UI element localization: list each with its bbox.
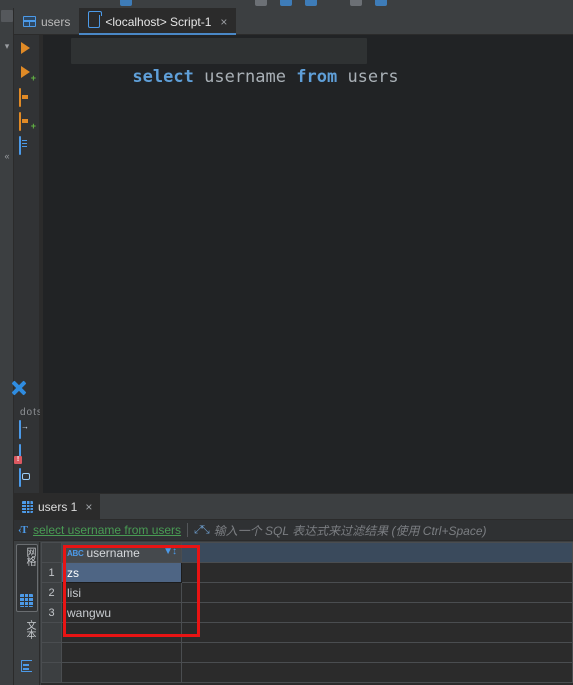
- open-console-icon[interactable]: [19, 136, 35, 155]
- table-row[interactable]: 3 wangwu: [41, 602, 573, 623]
- grid-view-label: 网格: [24, 547, 35, 565]
- results-panel: users 1 × ‹T select username from users …: [14, 493, 573, 685]
- execute-script-add-icon[interactable]: +: [19, 112, 36, 131]
- tab-label: <localhost> Script-1: [105, 14, 212, 29]
- sql-identifier-users: users: [347, 67, 399, 87]
- cell-empty: [181, 662, 573, 683]
- cell-empty: [181, 602, 573, 623]
- column-type-badge: ABC: [67, 548, 84, 558]
- ide-window: ▾ « users <localhost> Script-1 × + + dot…: [0, 0, 573, 685]
- export-data-icon[interactable]: [19, 420, 35, 439]
- cell-empty: [181, 562, 573, 583]
- table-row[interactable]: 2 lisi: [41, 582, 573, 603]
- cell-username[interactable]: wangwu: [61, 602, 182, 623]
- text-format-icon[interactable]: [21, 660, 32, 672]
- sql-identifier-username: username: [204, 67, 286, 87]
- results-tab-bar: users 1 ×: [14, 494, 573, 519]
- code-line-1[interactable]: select username from users: [43, 38, 398, 87]
- row-number[interactable]: 2: [41, 582, 62, 603]
- tab-users[interactable]: users: [14, 8, 79, 35]
- column-header-label: username: [86, 545, 140, 560]
- cell-empty: [181, 622, 573, 643]
- editor-tab-bar: users <localhost> Script-1 ×: [14, 8, 573, 35]
- left-tool-strip: ▾ «: [0, 8, 14, 685]
- result-filter-bar[interactable]: ‹T select username from users ⤢⤡ 输入一个 SQ…: [14, 519, 573, 541]
- db-icon[interactable]: [120, 0, 132, 6]
- table-icon: [23, 16, 36, 27]
- text-view-label[interactable]: 文本: [17, 620, 37, 638]
- grid-icon: [22, 500, 33, 513]
- cell-empty: [61, 662, 182, 683]
- settings-icon[interactable]: [19, 388, 35, 404]
- tab-label: users: [41, 14, 71, 29]
- row-number-blank: [41, 662, 62, 683]
- results-tab-label: users 1: [38, 499, 78, 514]
- text-filter-icon: ‹T: [18, 524, 28, 536]
- sql-keyword-select: select: [132, 67, 194, 87]
- database-doc-icon[interactable]: [19, 468, 35, 487]
- main-toolbar: [0, 0, 573, 8]
- extra-icon[interactable]: [350, 0, 362, 6]
- result-view-mode-strip: 网格 文本: [14, 542, 40, 685]
- table-row-blank: [41, 662, 573, 683]
- console-icon: [87, 11, 102, 28]
- filter-sort-icons[interactable]: ▼↕: [163, 546, 177, 557]
- column-header-username[interactable]: ABC username ▼↕: [61, 542, 182, 563]
- expand-icon[interactable]: ⤢⤡: [194, 524, 210, 537]
- row-number[interactable]: 1: [41, 562, 62, 583]
- run-script-add-icon[interactable]: +: [19, 65, 36, 83]
- run-icon[interactable]: [305, 0, 317, 6]
- cell-username[interactable]: lisi: [61, 582, 182, 603]
- row-number-header: [41, 542, 62, 563]
- execute-script-icon[interactable]: [19, 88, 35, 107]
- chevron-down-icon[interactable]: ▾: [1, 40, 13, 52]
- cell-empty: [61, 642, 182, 663]
- divider: [187, 523, 189, 537]
- result-table: ABC username ▼↕ 1 zs 2 lisi 3 wangwu: [41, 542, 573, 683]
- run-statement-icon[interactable]: [19, 41, 35, 57]
- error-log-icon[interactable]: [19, 444, 35, 463]
- grid-icon[interactable]: [20, 594, 33, 607]
- collapse-icon[interactable]: «: [1, 150, 13, 162]
- result-data-grid[interactable]: ABC username ▼↕ 1 zs 2 lisi 3 wangwu: [41, 542, 573, 685]
- tab-script-1[interactable]: <localhost> Script-1 ×: [79, 8, 237, 35]
- table-header-row: ABC username ▼↕: [41, 542, 573, 563]
- editor-gutter: + + dots: [14, 35, 42, 493]
- sql-editor[interactable]: select username from users: [43, 35, 573, 493]
- empty-header: [181, 542, 573, 563]
- cell-empty: [61, 622, 182, 643]
- row-number[interactable]: 3: [41, 602, 62, 623]
- table-row-blank: [41, 642, 573, 663]
- filter-query-text[interactable]: select username from users: [33, 523, 181, 537]
- table-icon[interactable]: [255, 0, 267, 6]
- close-icon[interactable]: ×: [220, 16, 227, 28]
- cell-empty: [181, 582, 573, 603]
- cell-empty: [181, 642, 573, 663]
- console-icon[interactable]: [280, 0, 292, 6]
- extra2-icon[interactable]: [375, 0, 387, 6]
- cell-username[interactable]: zs: [61, 562, 182, 583]
- filter-input-placeholder[interactable]: 输入一个 SQL 表达式来过滤结果 (使用 Ctrl+Space): [214, 522, 573, 539]
- close-icon[interactable]: ×: [85, 500, 92, 514]
- row-number-blank: [41, 622, 62, 643]
- results-tab-users-1[interactable]: users 1 ×: [14, 494, 101, 519]
- table-row-blank: [41, 622, 573, 643]
- row-number-blank: [41, 642, 62, 663]
- panel-icon[interactable]: [1, 10, 13, 22]
- sql-keyword-from: from: [296, 67, 338, 87]
- table-row[interactable]: 1 zs: [41, 562, 573, 583]
